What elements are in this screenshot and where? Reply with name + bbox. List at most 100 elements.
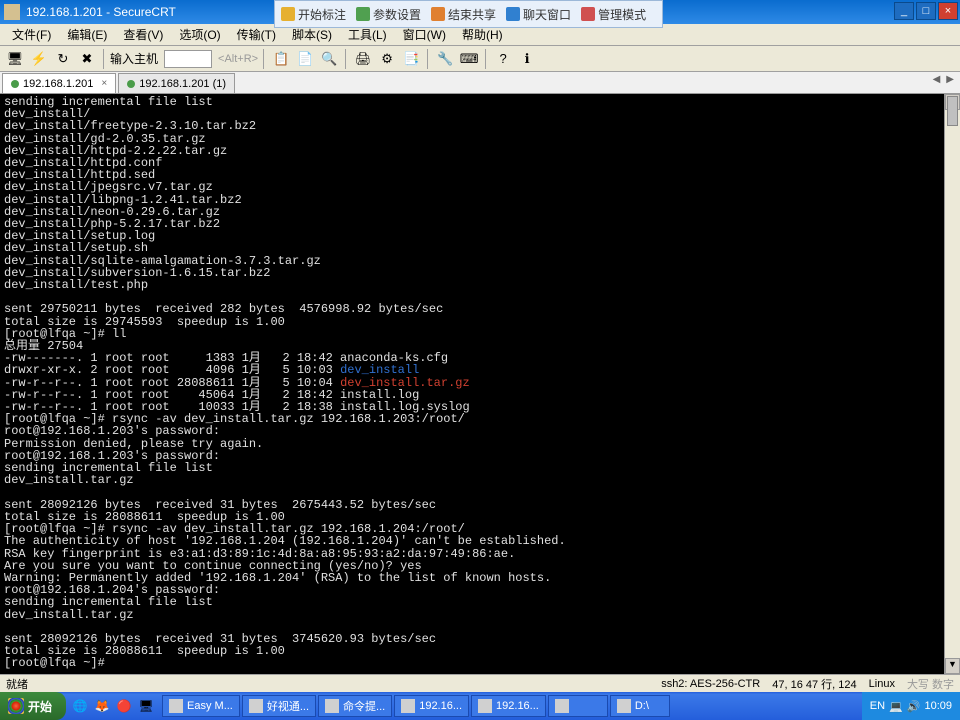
- menu-item-2[interactable]: 查看(V): [117, 24, 169, 45]
- terminal-line: dev_install/freetype-2.3.10.tar.bz2: [4, 120, 956, 132]
- screen-share-toolbar[interactable]: 开始标注 参数设置结束共享聊天窗口 管理模式: [274, 0, 663, 28]
- toolbar-item-icon: [506, 7, 520, 21]
- desktop-icon[interactable]: 🖥: [136, 696, 156, 716]
- statusbar: 就绪 ssh2: AES-256-CTR 47, 16 47 行, 124 Li…: [0, 674, 960, 692]
- session-tabs: 192.168.1.201× 192.168.1.201 (1) ◀ ▶: [0, 72, 960, 94]
- start-label: 开始: [28, 698, 52, 715]
- minimize-button[interactable]: _: [894, 2, 914, 20]
- help-button[interactable]: ?: [492, 48, 514, 70]
- vertical-scrollbar[interactable]: ▲ ▼: [944, 94, 960, 674]
- start-button[interactable]: 开始: [0, 692, 66, 720]
- terminal-line: [root@lfqa ~]# ll: [4, 328, 956, 340]
- ie-icon[interactable]: 🌐: [70, 696, 90, 716]
- taskbar-item-0[interactable]: Easy M...: [162, 695, 240, 717]
- find-button[interactable]: 🔍: [318, 48, 340, 70]
- taskbar-app-icon: [249, 699, 263, 713]
- reconnect-button[interactable]: ↻: [52, 48, 74, 70]
- terminal-line: dev_install.tar.gz: [4, 609, 956, 621]
- about-button[interactable]: ℹ: [516, 48, 538, 70]
- connect-button[interactable]: 🖥: [4, 48, 26, 70]
- script-button[interactable]: ⌨: [458, 48, 480, 70]
- taskbar-app-icon: [169, 699, 183, 713]
- window-controls: _ □ ×: [894, 2, 958, 20]
- tab-close-icon[interactable]: ×: [101, 78, 107, 89]
- menu-item-0[interactable]: 文件(F): [6, 24, 57, 45]
- terminal-line: dev_install/test.php: [4, 279, 956, 291]
- tab-nav: ◀ ▶: [931, 74, 956, 85]
- terminal-line: root@192.168.1.203's password:: [4, 425, 956, 437]
- taskbar-item-label: 192.16...: [419, 700, 462, 712]
- separator: [345, 49, 347, 69]
- host-input[interactable]: [164, 50, 212, 68]
- terminal-line: dev_install/setup.sh: [4, 242, 956, 254]
- toolbar-item-label: 参数设置: [373, 6, 421, 23]
- taskbar-app-icon: [325, 699, 339, 713]
- window-title: 192.168.1.201 - SecureCRT: [26, 5, 176, 19]
- scroll-thumb[interactable]: [947, 96, 958, 126]
- terminal-output[interactable]: sending incremental file listdev_install…: [0, 94, 960, 674]
- tray-icon-2[interactable]: 🔊: [907, 700, 921, 713]
- paste-button[interactable]: 📄: [294, 48, 316, 70]
- status-caps: 大写 数字: [907, 676, 954, 692]
- status-protocol: ssh2: AES-256-CTR: [661, 678, 760, 690]
- separator: [427, 49, 429, 69]
- share-toolbar-item-1[interactable]: 参数设置: [356, 6, 421, 23]
- close-button[interactable]: ×: [938, 2, 958, 20]
- terminal-line: dev_install/sqlite-amalgamation-3.7.3.ta…: [4, 255, 956, 267]
- share-toolbar-item-0[interactable]: 开始标注: [281, 6, 346, 23]
- terminal-line: dev_install/libpng-1.2.41.tar.bz2: [4, 194, 956, 206]
- terminal-line: [4, 487, 956, 499]
- terminal-line: dev_install.tar.gz: [4, 474, 956, 486]
- separator: [103, 49, 105, 69]
- scroll-down-button[interactable]: ▼: [945, 658, 960, 674]
- disconnect-button[interactable]: ✖: [76, 48, 98, 70]
- taskbar-item-4[interactable]: 192.16...: [471, 695, 546, 717]
- tray-icon-1[interactable]: 💻: [889, 700, 903, 713]
- menu-item-3[interactable]: 选项(O): [173, 24, 226, 45]
- print-button[interactable]: 🖨: [352, 48, 374, 70]
- tab-label: 192.168.1.201 (1): [139, 78, 226, 90]
- taskbar-item-5[interactable]: [548, 695, 608, 717]
- toolbar-item-icon: [581, 7, 595, 21]
- tray-clock[interactable]: 10:09: [924, 700, 952, 712]
- host-shortcut-hint: <Alt+R>: [218, 53, 258, 65]
- toolbar-item-icon: [281, 7, 295, 21]
- status-cursor-pos: 47, 16 47 行, 124: [772, 676, 856, 692]
- browser-icon[interactable]: 🦊: [92, 696, 112, 716]
- copy-button[interactable]: 📋: [270, 48, 292, 70]
- taskbar-app-icon: [617, 699, 631, 713]
- windows-logo-icon: [8, 698, 24, 714]
- toolbar-item-icon: [356, 7, 370, 21]
- separator: [485, 49, 487, 69]
- terminal-line: total size is 28088611 speedup is 1.00: [4, 645, 956, 657]
- taskbar-item-label: Easy M...: [187, 700, 233, 712]
- chrome-icon[interactable]: 🔴: [114, 696, 134, 716]
- terminal-line: dev_install/jpegsrc.v7.tar.gz: [4, 181, 956, 193]
- share-toolbar-item-4[interactable]: 管理模式: [581, 6, 646, 23]
- tab-prev-button[interactable]: ◀: [931, 74, 943, 85]
- taskbar-item-2[interactable]: 命令提...: [318, 695, 392, 717]
- session-tab-0[interactable]: 192.168.1.201×: [2, 73, 116, 93]
- terminal-line: The authenticity of host '192.168.1.204 …: [4, 535, 956, 547]
- quick-connect-button[interactable]: ⚡: [28, 48, 50, 70]
- status-os: Linux: [869, 678, 895, 690]
- options-button[interactable]: ⚙: [376, 48, 398, 70]
- tab-next-button[interactable]: ▶: [944, 74, 956, 85]
- lang-indicator[interactable]: EN: [870, 700, 885, 712]
- share-toolbar-item-2[interactable]: 结束共享: [431, 6, 496, 23]
- taskbar-item-3[interactable]: 192.16...: [394, 695, 469, 717]
- taskbar-app-icon: [478, 699, 492, 713]
- menu-item-1[interactable]: 编辑(E): [61, 24, 113, 45]
- terminal-line: sending incremental file list: [4, 96, 956, 108]
- tools-button[interactable]: 🔧: [434, 48, 456, 70]
- toolbar-item-label: 管理模式: [598, 6, 646, 23]
- session-tab-1[interactable]: 192.168.1.201 (1): [118, 73, 235, 93]
- maximize-button[interactable]: □: [916, 2, 936, 20]
- terminal-line: sending incremental file list: [4, 462, 956, 474]
- taskbar-item-label: 好视通...: [267, 698, 309, 714]
- taskbar-item-6[interactable]: D:\: [610, 695, 670, 717]
- session-options-button[interactable]: 📑: [400, 48, 422, 70]
- taskbar-item-1[interactable]: 好视通...: [242, 695, 316, 717]
- share-toolbar-item-3[interactable]: 聊天窗口: [506, 6, 571, 23]
- terminal-line: RSA key fingerprint is e3:a1:d3:89:1c:4d…: [4, 548, 956, 560]
